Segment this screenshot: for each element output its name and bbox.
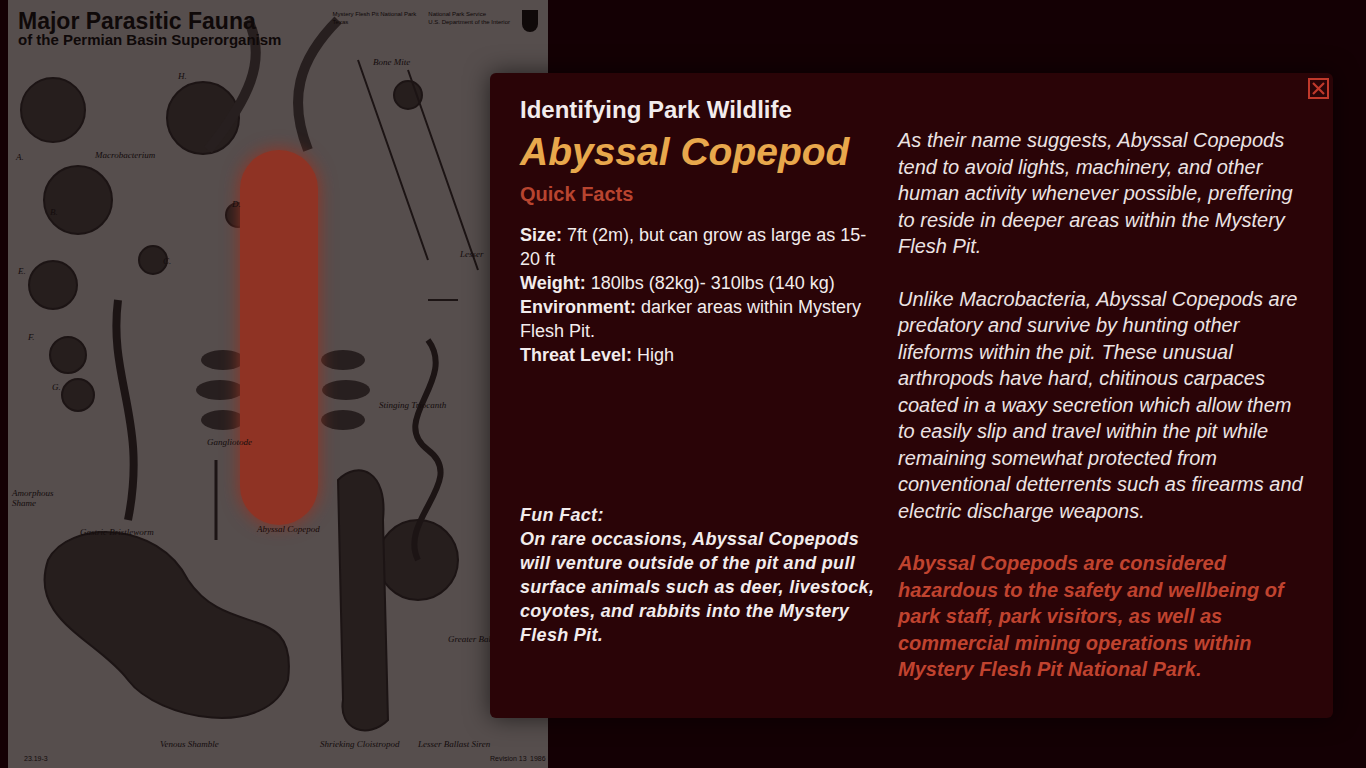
facts-list: Size: 7ft (2m), but can grow as large as… <box>520 223 882 367</box>
quick-facts-column: Identifying Park Wildlife Abyssal Copepod… <box>520 95 882 718</box>
modal-title: Abyssal Copepod <box>520 129 882 175</box>
quick-facts-heading: Quick Facts <box>520 181 882 207</box>
description-paragraph: Unlike Macrobacteria, Abyssal Copepods a… <box>898 286 1311 525</box>
description-column: As their name suggests, Abyssal Copepods… <box>898 127 1311 718</box>
close-button[interactable] <box>1308 78 1329 99</box>
fact-row: Environment: darker areas within Mystery… <box>520 295 882 343</box>
modal-kicker: Identifying Park Wildlife <box>520 95 882 125</box>
fact-row: Weight: 180lbs (82kg)- 310lbs (140 kg) <box>520 271 882 295</box>
warning-paragraph: Abyssal Copepods are considered hazardou… <box>898 550 1311 683</box>
fact-row: Size: 7ft (2m), but can grow as large as… <box>520 223 882 271</box>
fun-fact-text: On rare occasions, Abyssal Copepods will… <box>520 527 882 647</box>
close-icon <box>1312 82 1325 95</box>
fact-row: Threat Level: High <box>520 343 882 367</box>
description-paragraph: As their name suggests, Abyssal Copepods… <box>898 127 1311 260</box>
page: Major Parasitic Faunaof the Permian Basi… <box>0 0 1366 768</box>
wildlife-modal: Identifying Park Wildlife Abyssal Copepod… <box>490 73 1333 718</box>
fun-fact-heading: Fun Fact: <box>520 503 882 527</box>
fun-fact: Fun Fact:On rare occasions, Abyssal Cope… <box>520 503 882 647</box>
